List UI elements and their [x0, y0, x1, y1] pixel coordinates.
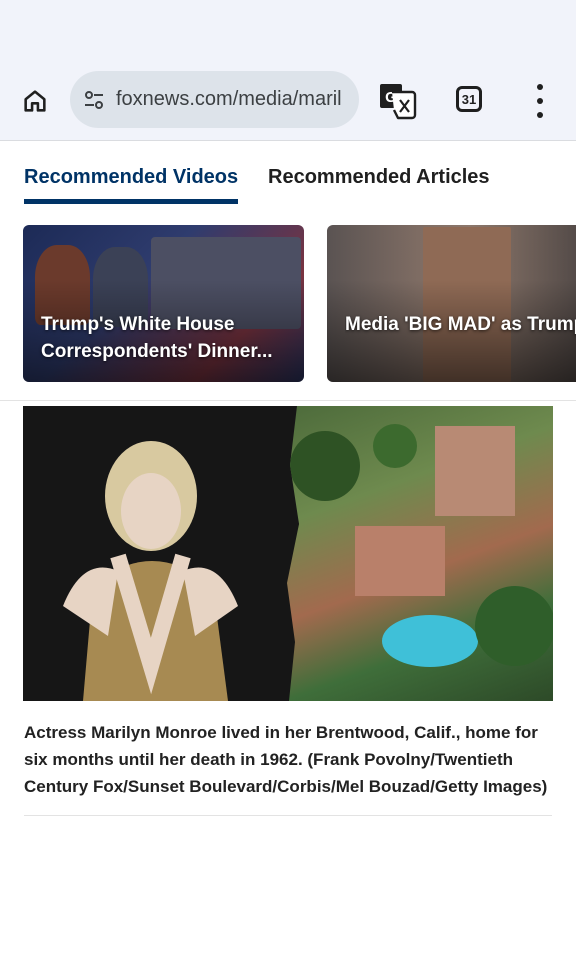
video-carousel: Trump's White House Correspondents' Dinn… [23, 225, 576, 383]
browser-toolbar: foxnews.com/media/maril G 31 [0, 64, 576, 141]
image-caption: Actress Marilyn Monroe lived in her Bren… [24, 723, 548, 796]
video-card[interactable]: Trump's White House Correspondents' Dinn… [23, 225, 304, 382]
video-card[interactable]: Media 'BIG MAD' as Trump RETURNS to WH..… [327, 225, 576, 382]
tab-count: 31 [461, 91, 477, 107]
url-text[interactable]: foxnews.com/media/maril [116, 88, 342, 111]
aerial-photo [287, 406, 553, 701]
home-button[interactable] [16, 82, 54, 120]
video-title: Media 'BIG MAD' as Trump RETURNS to WH..… [345, 314, 576, 335]
address-bar[interactable]: foxnews.com/media/maril [70, 71, 359, 128]
divider [0, 400, 576, 401]
translate-button[interactable]: G [378, 82, 418, 120]
status-bar [0, 0, 576, 64]
article-image[interactable] [23, 406, 553, 701]
site-settings-icon[interactable] [80, 86, 108, 114]
tab-recommended-articles[interactable]: Recommended Articles [268, 166, 490, 199]
recommended-tabs: Recommended Videos Recommended Articles [24, 166, 564, 210]
more-vert-icon[interactable] [526, 84, 554, 118]
portrait-photo [23, 406, 298, 701]
tab-switcher-button[interactable]: 31 [456, 86, 482, 112]
translate-icon: G [380, 84, 417, 120]
home-icon [24, 90, 46, 112]
tab-recommended-videos[interactable]: Recommended Videos [24, 166, 239, 204]
video-title: Trump's White House Correspondents' Dinn… [41, 314, 273, 362]
divider [24, 815, 552, 816]
